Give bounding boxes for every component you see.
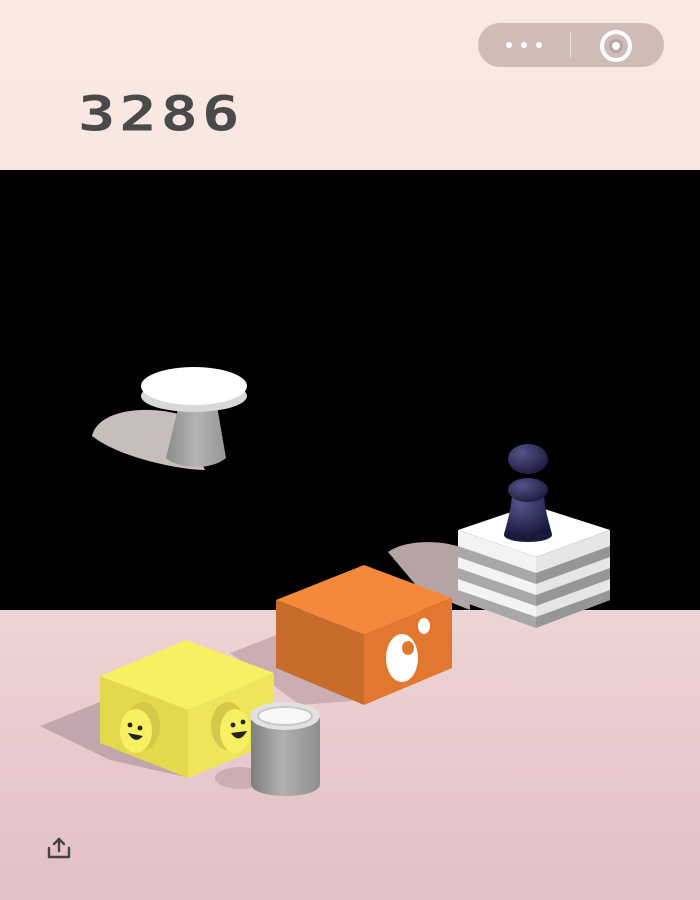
share-button[interactable] — [44, 834, 74, 864]
platform-yellow-smiley-cube — [40, 640, 274, 778]
share-upload-icon — [47, 837, 71, 859]
player-pawn — [504, 444, 552, 542]
platform-round-pedestal — [92, 367, 247, 470]
game-screen[interactable]: 3286 — [0, 0, 700, 900]
game-scene[interactable] — [0, 0, 700, 900]
